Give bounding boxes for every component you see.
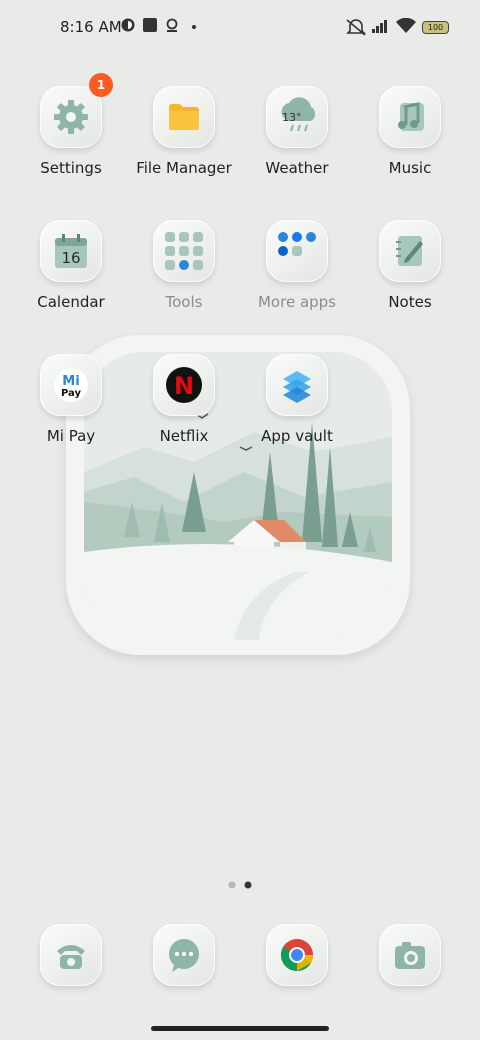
mi-pay-label: Mi Pay: [46, 427, 96, 445]
page-dots: [228, 881, 252, 889]
camera-icon: [395, 942, 425, 969]
gear-icon: [54, 100, 88, 134]
weather-cloud-icon: 13°: [281, 97, 316, 132]
phone-icon: [57, 945, 85, 969]
folder-grid-icon: [165, 232, 203, 270]
notes-label: Notes: [388, 293, 432, 311]
messages-icon: [169, 939, 199, 972]
notes-pen-icon: [396, 236, 423, 266]
folder-icon: [169, 104, 199, 130]
mi-pay-icon: Mi Pay: [54, 368, 88, 402]
netflix-label: Netflix: [159, 427, 209, 445]
app-vault-label: App vault: [261, 427, 333, 445]
chrome-app-icon[interactable]: [266, 924, 328, 986]
phone-app-icon[interactable]: [40, 924, 102, 986]
file-manager-app-icon[interactable]: [153, 86, 215, 148]
more-apps-label: More apps: [257, 293, 336, 311]
more-apps-folder[interactable]: [266, 220, 328, 282]
music-app-icon[interactable]: [379, 86, 441, 148]
chrome-icon: [280, 939, 314, 972]
settings-label: Settings: [40, 159, 102, 177]
app-vault-icon: [283, 371, 311, 403]
music-label: Music: [388, 159, 432, 177]
netflix-icon: N: [166, 367, 202, 403]
dnd-mute-icon: [346, 19, 366, 36]
weather-label: Weather: [265, 159, 329, 177]
tools-label: Tools: [165, 293, 203, 311]
messages-app-icon[interactable]: [153, 924, 215, 986]
netflix-logo: N: [174, 372, 194, 400]
wifi-icon: [396, 18, 416, 33]
notification-badge: 1: [89, 73, 113, 97]
camera-app-icon[interactable]: [379, 924, 441, 986]
battery-icon: 100: [422, 21, 449, 34]
notification-app-icon: [121, 18, 135, 32]
notification-pin-icon: [166, 18, 178, 32]
mi-pay-app-icon[interactable]: Mi Pay: [40, 354, 102, 416]
settings-app-icon[interactable]: [40, 86, 102, 148]
app-vault-app-icon[interactable]: [266, 354, 328, 416]
file-manager-label: File Manager: [136, 159, 232, 177]
notes-app-icon[interactable]: [379, 220, 441, 282]
signal-icon: [372, 20, 387, 33]
notification-square-icon: [143, 18, 157, 32]
netflix-app-icon[interactable]: N: [153, 354, 215, 416]
folder-grid-icon: [278, 232, 316, 256]
calendar-day: 16: [61, 249, 80, 267]
page-indicator[interactable]: [226, 876, 256, 895]
more-notifications-icon: [192, 25, 196, 29]
landscape-illustration: [84, 352, 392, 640]
tools-folder[interactable]: [153, 220, 215, 282]
calendar-app-icon[interactable]: 16: [40, 220, 102, 282]
landscape-widget[interactable]: [84, 352, 392, 640]
status-time: 8:16 AM: [60, 18, 122, 36]
music-note-icon: [398, 102, 424, 131]
calendar-icon: 16: [55, 234, 87, 268]
mi-pay-logo-mi: Mi: [62, 374, 79, 389]
page-dot-1[interactable]: [228, 881, 236, 889]
mi-pay-logo-pay: Pay: [61, 388, 82, 399]
page-dot-2[interactable]: [244, 881, 252, 889]
gesture-navigation-bar[interactable]: [151, 1026, 329, 1031]
calendar-label: Calendar: [37, 293, 105, 311]
weather-temperature: 13°: [282, 111, 302, 124]
status-bar: 8:16 AM 100: [0, 0, 480, 56]
weather-app-icon[interactable]: 13°: [266, 86, 328, 148]
